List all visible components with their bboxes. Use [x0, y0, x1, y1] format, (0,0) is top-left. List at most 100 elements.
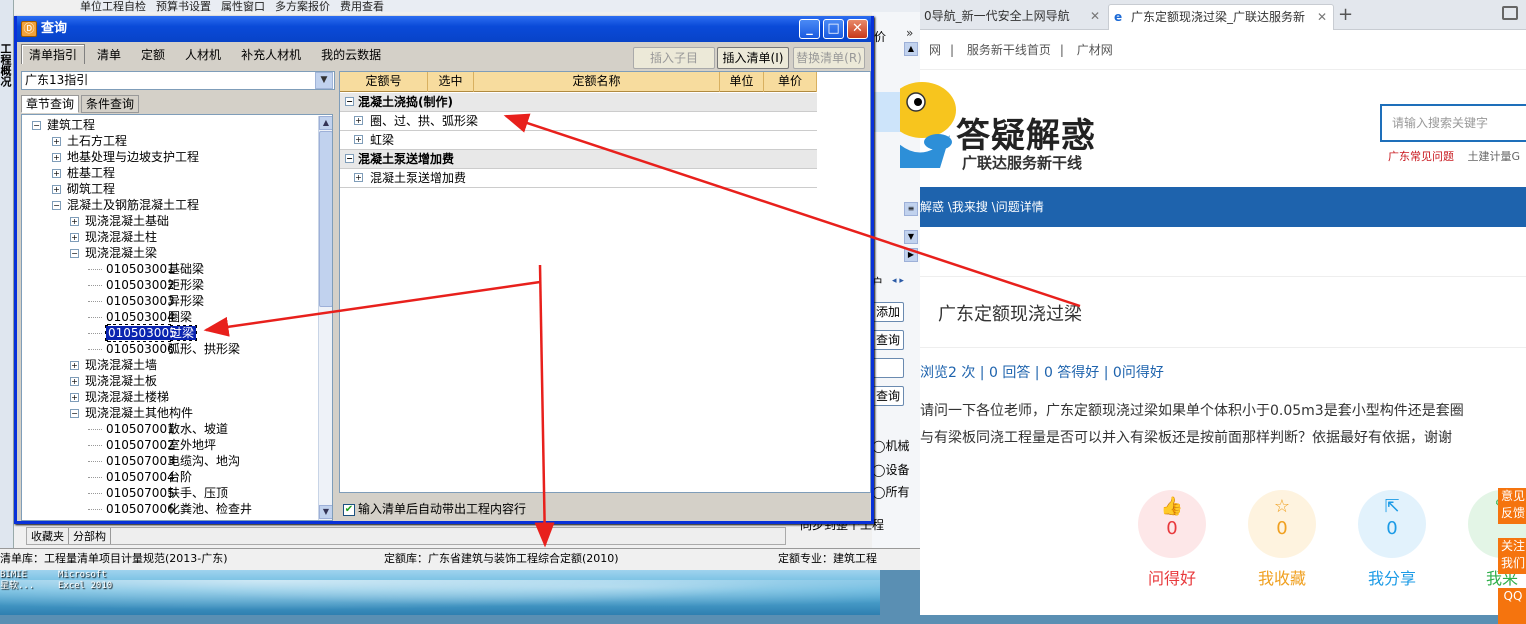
side-float-button[interactable]: QQ — [1498, 588, 1526, 624]
nav-link[interactable]: 广材网 — [1077, 43, 1113, 57]
dialog-tab[interactable]: 人材机 — [177, 44, 229, 64]
tree-node[interactable]: 010507004台阶 — [88, 469, 192, 485]
tree-node[interactable]: 010507002室外地坪 — [88, 437, 216, 453]
expand-icon[interactable]: + — [70, 361, 79, 370]
radio-icon[interactable]: ◯ — [872, 463, 885, 477]
toolbar-item[interactable]: 费用查看 — [340, 1, 384, 12]
resource-radio[interactable]: ◯所有 — [872, 483, 909, 500]
desktop-icon-label[interactable]: 星软... — [0, 581, 34, 592]
side-float-button[interactable]: 关注我们 — [1498, 538, 1526, 574]
grid-item-row[interactable]: + 虹梁 — [340, 131, 817, 150]
grid-column-header[interactable]: 单价 — [764, 72, 817, 92]
desktop-icon-label[interactable]: Excel 2010 — [58, 581, 112, 592]
desktop-icon-label[interactable]: Microsoft — [58, 570, 107, 581]
close-icon[interactable]: ✕ — [1317, 5, 1327, 29]
expand-icon[interactable]: + — [354, 135, 363, 144]
expand-icon[interactable]: + — [354, 173, 363, 182]
tree-node[interactable]: + 地基处理与边坡支护工程 — [52, 149, 199, 165]
tree-node[interactable]: − 混凝土及钢筋混凝土工程 — [52, 197, 199, 213]
hot-link[interactable]: 广东常见问题 — [1388, 150, 1454, 163]
expand-icon[interactable]: + — [52, 153, 61, 162]
auto-content-checkbox[interactable]: ✔ — [343, 503, 355, 516]
tree-node[interactable]: + 桩基工程 — [52, 165, 115, 181]
expand-icon[interactable]: + — [70, 377, 79, 386]
action-label[interactable]: 问得好 — [1127, 565, 1217, 589]
scroll-up-icon[interactable]: ▲ — [319, 116, 332, 130]
maximize-button[interactable]: □ — [823, 19, 844, 39]
tree-node[interactable]: + 现浇混凝土墙 — [70, 357, 157, 373]
nav-link[interactable]: 网 — [929, 43, 941, 57]
collapse-icon[interactable]: − — [70, 249, 79, 258]
tree-node[interactable]: − 建筑工程 — [32, 117, 95, 133]
collapse-icon[interactable]: − — [345, 97, 354, 106]
breadcrumb[interactable]: 解惑 \我来搜 \问题详情 — [920, 187, 1526, 227]
dialog-tab[interactable]: 清单 — [89, 44, 129, 64]
grid-column-header[interactable]: 定额号 — [340, 72, 428, 92]
radio-icon[interactable]: ◯ — [872, 439, 885, 453]
collapse-icon[interactable]: − — [345, 154, 354, 163]
thumbs-up-action[interactable]: 👍 0 — [1138, 490, 1206, 558]
desktop-icon-label[interactable]: BIMIE — [0, 570, 27, 581]
quota-grid[interactable]: 定额号 选中 定额名称 单位 单价 − 混凝土浇捣(制作) + 圈、过、拱、弧形梁 + 虹梁 − 混凝… — [339, 71, 871, 493]
tree-node[interactable]: + 现浇混凝土柱 — [70, 229, 157, 245]
left-nav-tab[interactable]: 工程概况 — [0, 40, 13, 570]
expand-icon[interactable]: + — [52, 137, 61, 146]
tree-node[interactable]: − 现浇混凝土其他构件 — [70, 405, 193, 421]
scroll-down-icon[interactable]: ▼ — [904, 230, 918, 244]
insert-list-button[interactable]: 插入清单(I) — [717, 47, 789, 69]
scroll-down-icon[interactable]: ▼ — [319, 505, 332, 519]
dialog-tab[interactable]: 定额 — [133, 44, 173, 64]
scroll-arrows-icon[interactable]: ◂ ▸ — [892, 276, 904, 286]
tree-node[interactable]: + 现浇混凝土板 — [70, 373, 157, 389]
scroll-up-icon[interactable]: ▲ — [904, 42, 918, 56]
expand-icon[interactable]: + — [70, 233, 79, 242]
dialog-tab[interactable]: 我的云数据 — [313, 44, 389, 64]
grid-column-header[interactable]: 定额名称 — [474, 72, 720, 92]
toolbar-item[interactable]: 多方案报价 — [275, 1, 330, 12]
side-float-button[interactable]: 意见反馈 — [1498, 488, 1526, 524]
toolbar-item[interactable]: 属性窗口 — [221, 1, 265, 12]
action-label[interactable]: 我收藏 — [1237, 565, 1327, 589]
new-tab-icon[interactable]: + — [1338, 4, 1353, 25]
tree-node[interactable]: 010507006化粪池、检查井 — [88, 501, 252, 517]
tree-node[interactable]: 010503004圈梁 — [88, 309, 192, 325]
dialog-tab[interactable]: 清单指引 — [21, 44, 86, 64]
expand-icon[interactable]: + — [52, 185, 61, 194]
side-action-button[interactable] — [872, 358, 904, 378]
side-action-button[interactable]: 添加 — [872, 302, 904, 322]
tree-node[interactable]: 010503005过梁 — [88, 325, 198, 341]
grid-item-row[interactable]: + 混凝土泵送增加费 — [340, 169, 817, 188]
query-subtab[interactable]: 章节查询 — [21, 95, 80, 113]
desktop-icons[interactable]: BIMIE Microsoft 星软... Excel 2010 — [0, 570, 200, 592]
resource-radio[interactable]: ◯设备 — [872, 461, 909, 478]
toolbar-item[interactable]: 单位工程自检 — [80, 1, 146, 12]
close-button[interactable]: ✕ — [847, 19, 868, 39]
tree-node[interactable]: 010503003异形梁 — [88, 293, 204, 309]
hot-link[interactable]: 土建计量G — [1468, 150, 1521, 163]
expand-icon[interactable]: + — [70, 393, 79, 402]
tree-node[interactable]: 010507003电缆沟、地沟 — [88, 453, 240, 469]
resource-radio[interactable]: ◯机械 — [872, 437, 909, 454]
expand-icon[interactable]: + — [354, 116, 363, 125]
grid-column-header[interactable]: 单位 — [720, 72, 764, 92]
toolbar-item[interactable]: 预算书设置 — [156, 1, 211, 12]
action-label[interactable]: 我分享 — [1347, 565, 1437, 589]
question-stats[interactable]: 浏览2 次 | 0 回答 | 0 答得好 | 0问得好 — [920, 362, 1164, 382]
radio-icon[interactable]: ◯ — [872, 485, 885, 499]
browser-tab[interactable]: 0导航_新一代安全上网导航 ✕ — [920, 4, 1106, 30]
browser-tab-active[interactable]: e 广东定额现浇过梁_广联达服务新 ✕ — [1108, 4, 1334, 30]
insert-child-button[interactable]: 插入子目 — [633, 47, 715, 69]
scroll-thumb[interactable] — [319, 131, 332, 307]
search-input[interactable]: 请输入搜索关键字 — [1380, 104, 1526, 142]
scroll-right-icon[interactable]: ▶ — [904, 248, 918, 262]
grid-group-row[interactable]: − 混凝土浇捣(制作) — [340, 93, 817, 112]
grid-column-header[interactable]: 选中 — [428, 72, 474, 92]
tree-node[interactable]: + 砌筑工程 — [52, 181, 115, 197]
tree-node[interactable]: 010507001散水、坡道 — [88, 421, 228, 437]
overflow-marker[interactable]: » — [906, 26, 913, 40]
tree-node[interactable]: 010503001基础梁 — [88, 261, 204, 277]
dialog-tab[interactable]: 补充人材机 — [233, 44, 309, 64]
tree-node[interactable]: + 土石方工程 — [52, 133, 127, 149]
nav-link[interactable]: 服务新干线首页 — [967, 43, 1051, 57]
expand-icon[interactable]: + — [70, 217, 79, 226]
